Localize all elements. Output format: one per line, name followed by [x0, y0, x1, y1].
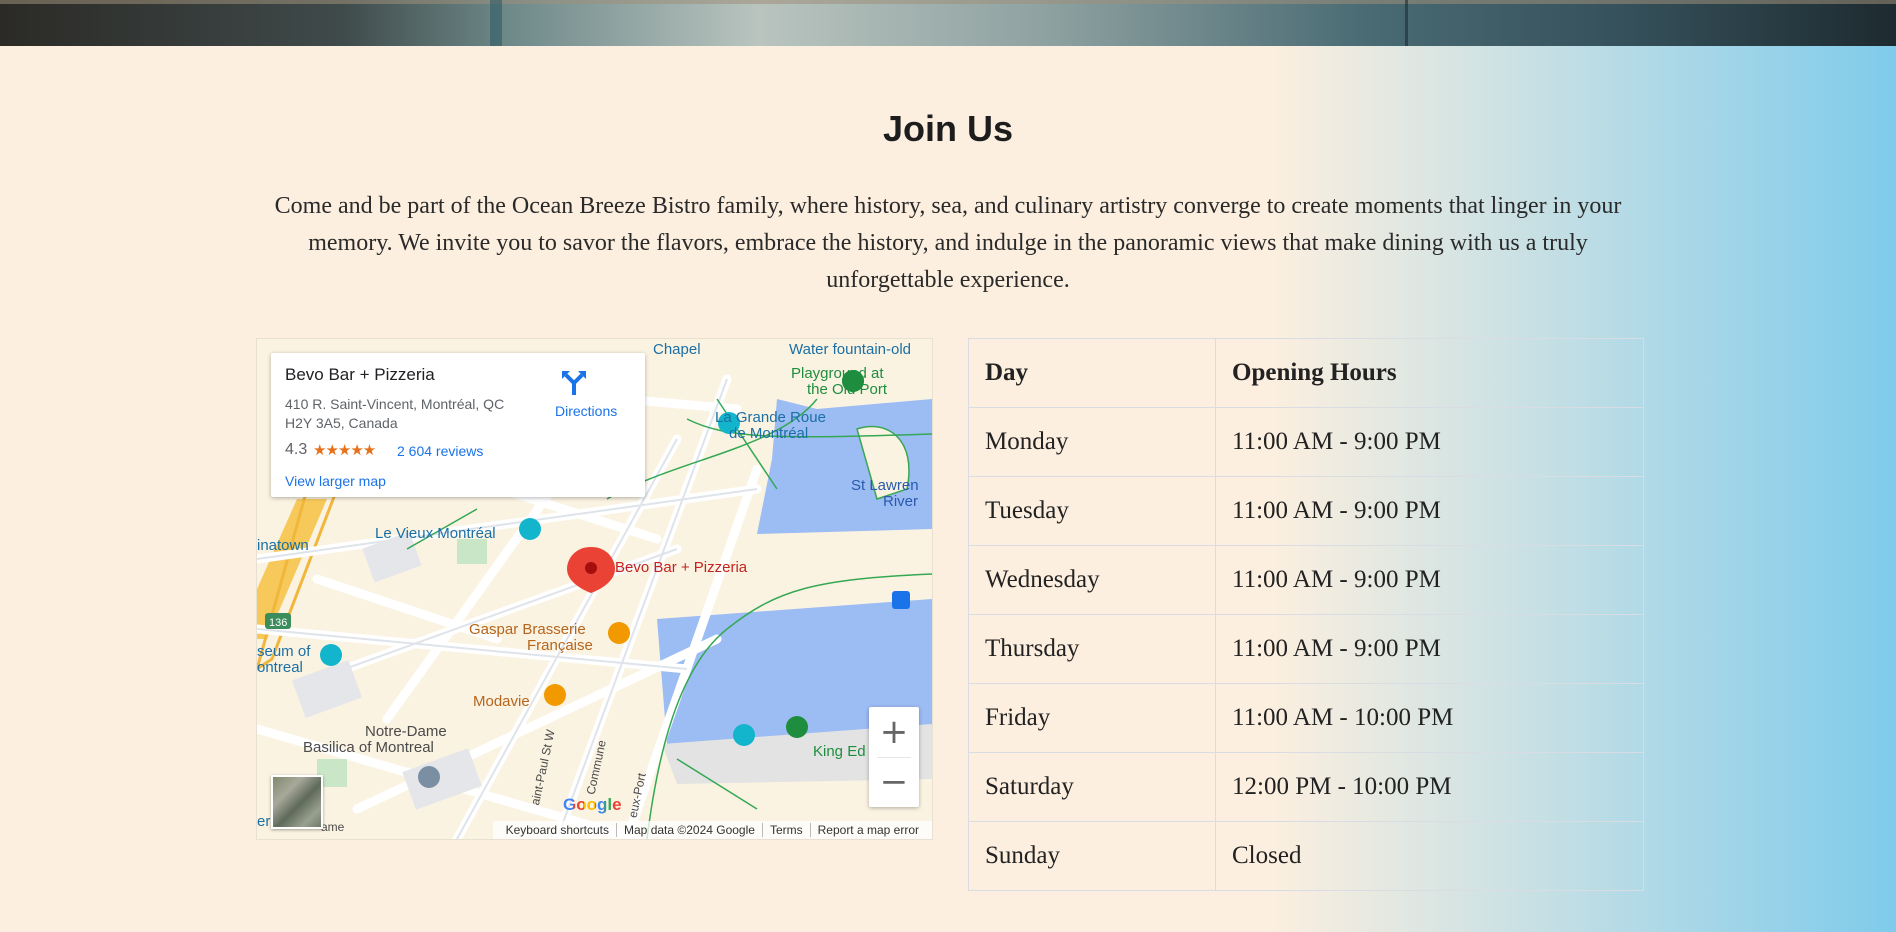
map-label-playground[interactable]: Playground at [791, 365, 884, 382]
map-label-museum-2[interactable]: ontreal [257, 659, 303, 676]
place-rating: 4.3 [285, 441, 308, 458]
opening-hours-table: Day Opening Hours Monday 11:00 AM - 9:00 … [968, 338, 1644, 891]
section-title: Join Us [882, 108, 1014, 149]
zoom-in-button[interactable]: + [869, 707, 919, 757]
hours-cell: 11:00 AM - 9:00 PM [1215, 476, 1644, 546]
terms-link[interactable]: Terms [761, 823, 810, 837]
zoom-control[interactable]: + − [869, 707, 919, 807]
table-row: Saturday 12:00 PM - 10:00 PM [968, 752, 1644, 822]
map-label-grande-roue[interactable]: La Grande Roue [715, 409, 826, 426]
map-label-st-lawrence-2[interactable]: River [883, 493, 918, 510]
table-row: Monday 11:00 AM - 9:00 PM [968, 407, 1644, 477]
section-intro: Come and be part of the Ocean Breeze Bis… [274, 193, 1622, 293]
map-label-water-fountain[interactable]: Water fountain-old [789, 341, 911, 358]
map-label-chinatown[interactable]: inatown [257, 537, 309, 554]
embedded-map[interactable]: Bevo Bar + Pizzeria 410 R. Saint-Vincent… [256, 338, 933, 840]
day-cell: Tuesday [968, 476, 1216, 546]
street-label-bottom-left: ame [321, 820, 345, 834]
map-label-notre-dame-2[interactable]: Basilica of Montreal [303, 739, 434, 756]
route-shield: 136 [269, 617, 288, 629]
table-row: Sunday Closed [968, 821, 1644, 891]
table-row: Wednesday 11:00 AM - 9:00 PM [968, 545, 1644, 615]
rating-stars-icon: ★★★★★ [313, 442, 376, 459]
table-header-row: Day Opening Hours [968, 338, 1644, 408]
map-label-chapel[interactable]: Chapel [653, 341, 701, 358]
map-label-grande-roue-2[interactable]: de Montréal [729, 425, 808, 442]
header-day: Day [968, 338, 1216, 408]
day-cell: Friday [968, 683, 1216, 753]
day-cell: Wednesday [968, 545, 1216, 615]
day-cell: Thursday [968, 614, 1216, 684]
keyboard-shortcuts-link[interactable]: Keyboard shortcuts [499, 823, 616, 837]
table-row: Thursday 11:00 AM - 9:00 PM [968, 614, 1644, 684]
map-data-text: Map data ©2024 Google [616, 823, 762, 837]
map-label-playground-2[interactable]: the Old Port [807, 381, 887, 398]
header-hours: Opening Hours [1215, 338, 1644, 408]
hours-cell: 11:00 AM - 9:00 PM [1215, 407, 1644, 477]
map-label-gaspar-2[interactable]: Française [527, 637, 593, 654]
hours-cell: Closed [1215, 821, 1644, 891]
map-label-vieux-montreal[interactable]: Le Vieux Montréal [375, 525, 496, 542]
place-address: 410 R. Saint-Vincent, Montréal, QC H2Y 3… [285, 396, 505, 431]
map-label-museum[interactable]: seum of [257, 643, 310, 660]
reviews-link[interactable]: 2 604 reviews [397, 443, 483, 459]
map-label-modavie[interactable]: Modavie [473, 693, 530, 710]
zoom-out-button[interactable]: − [869, 757, 919, 807]
day-cell: Saturday [968, 752, 1216, 822]
directions-link[interactable]: Directions [555, 403, 617, 419]
map-label-pin[interactable]: Bevo Bar + Pizzeria [615, 559, 747, 576]
day-cell: Monday [968, 407, 1216, 477]
hero-image-strip [0, 0, 1896, 46]
map-label-king-edward[interactable]: King Ed [813, 743, 866, 760]
day-cell: Sunday [968, 821, 1216, 891]
view-larger-map-link[interactable]: View larger map [285, 473, 386, 489]
hours-cell: 11:00 AM - 9:00 PM [1215, 614, 1644, 684]
satellite-toggle-button[interactable] [271, 775, 323, 829]
hours-cell: 12:00 PM - 10:00 PM [1215, 752, 1644, 822]
map-label-st-lawrence[interactable]: St Lawren [851, 477, 919, 494]
google-logo: Google [563, 795, 622, 814]
map-label-notre-dame[interactable]: Notre-Dame [365, 723, 447, 740]
hours-cell: 11:00 AM - 9:00 PM [1215, 545, 1644, 615]
report-error-link[interactable]: Report a map error [809, 823, 926, 837]
map-label-gaspar[interactable]: Gaspar Brasserie [469, 621, 586, 638]
map-attribution-bar: Keyboard shortcuts Map data ©2024 Google T… [492, 821, 932, 839]
place-name: Bevo Bar + Pizzeria [285, 365, 435, 384]
place-info-card: Bevo Bar + Pizzeria 410 R. Saint-Vincent… [271, 353, 645, 497]
table-row: Friday 11:00 AM - 10:00 PM [968, 683, 1644, 753]
table-row: Tuesday 11:00 AM - 9:00 PM [968, 476, 1644, 546]
directions-icon[interactable] [559, 367, 589, 397]
hours-cell: 11:00 AM - 10:00 PM [1215, 683, 1644, 753]
